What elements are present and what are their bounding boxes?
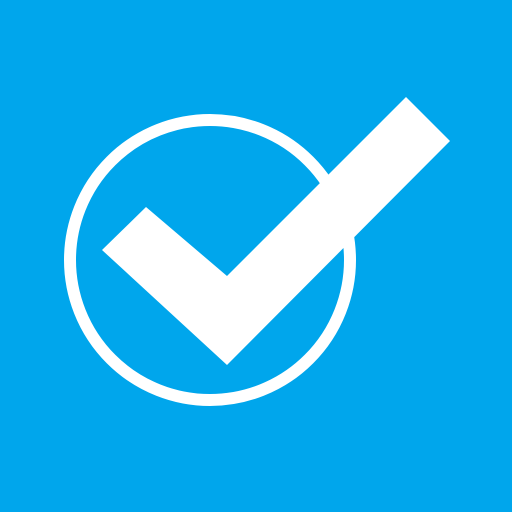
circle-checkmark-icon <box>0 0 512 512</box>
app-icon-tile <box>0 0 512 512</box>
